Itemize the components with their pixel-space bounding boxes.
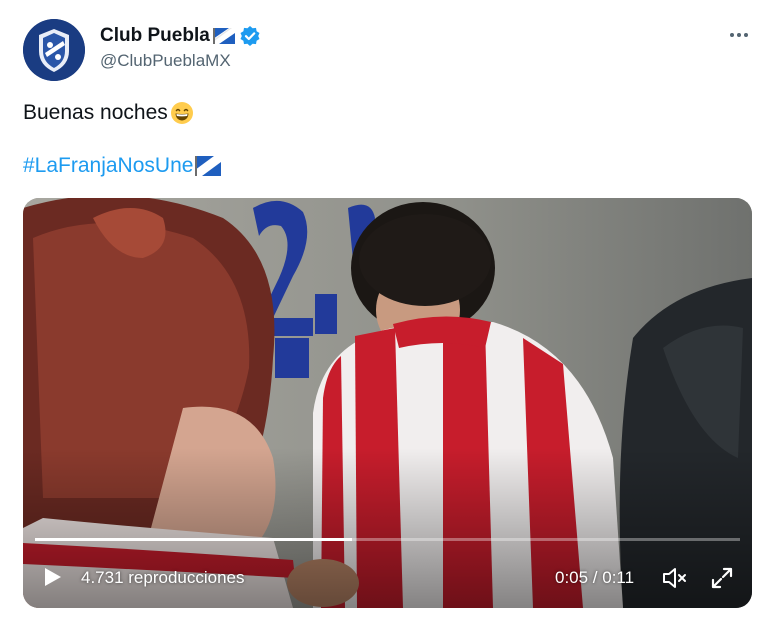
grinning-face-emoji-icon: [170, 101, 194, 125]
play-button[interactable]: [41, 566, 63, 588]
name-row: Club Puebla: [100, 24, 261, 48]
view-count: 4.731 reproducciones: [81, 568, 245, 587]
mute-button[interactable]: [661, 566, 689, 590]
tweet-card: Club Puebla @ClubPueblaMX Buenas noches: [0, 0, 763, 620]
avatar[interactable]: [23, 19, 85, 81]
hashtag-row: #LaFranjaNosUne: [23, 154, 222, 178]
video-time: 0:05 / 0:11: [555, 568, 635, 587]
tweet-text-line: Buenas noches: [23, 101, 194, 125]
more-options-button[interactable]: [724, 22, 754, 48]
verified-icon: [239, 25, 261, 47]
puebla-flag-icon: [212, 28, 235, 44]
video-frame-image: [23, 198, 752, 608]
muted-speaker-icon: [663, 568, 686, 588]
video-player[interactable]: 4.731 reproducciones 0:05 / 0:11: [23, 198, 752, 608]
more-dots-icon: [744, 33, 748, 37]
puebla-flag-icon: [195, 156, 222, 176]
tweet-text: Buenas noches: [23, 101, 168, 124]
fullscreen-icon: [711, 567, 733, 589]
video-progress-bar[interactable]: [35, 538, 740, 541]
user-handle[interactable]: @ClubPueblaMX: [100, 51, 231, 71]
more-dots-icon: [737, 33, 741, 37]
fullscreen-button[interactable]: [710, 566, 734, 590]
play-icon: [45, 568, 61, 586]
video-progress-fill: [35, 538, 353, 541]
hashtag-link[interactable]: #LaFranjaNosUne: [23, 154, 193, 178]
more-dots-icon: [730, 33, 734, 37]
display-name[interactable]: Club Puebla: [100, 25, 210, 47]
